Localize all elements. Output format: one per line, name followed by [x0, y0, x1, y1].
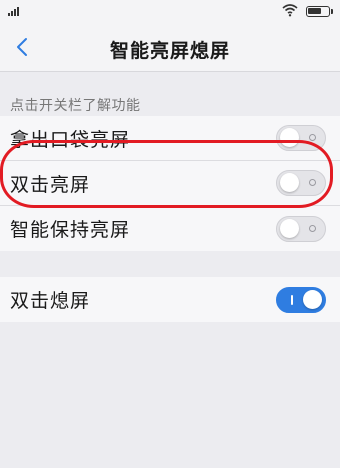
row-smart-stay-awake[interactable]: 智能保持亮屏: [0, 206, 340, 251]
nav-bar: 智能亮屏熄屏: [0, 22, 340, 72]
empty-area: [0, 328, 340, 468]
settings-group-1: 拿出口袋亮屏 双击亮屏 智能保持亮屏: [0, 116, 340, 251]
row-label: 拿出口袋亮屏: [10, 128, 131, 151]
row-label: 双击亮屏: [10, 173, 91, 196]
row-double-tap-sleep[interactable]: 双击熄屏: [0, 277, 340, 322]
page-title: 智能亮屏熄屏: [109, 40, 230, 62]
pocket-wake-toggle[interactable]: [276, 125, 326, 151]
row-double-tap-wake[interactable]: 双击亮屏: [0, 161, 340, 206]
status-bar: [0, 0, 340, 22]
double-tap-wake-toggle[interactable]: [276, 170, 326, 196]
battery-icon: [306, 6, 333, 17]
settings-group-2: 双击熄屏: [0, 277, 340, 322]
double-tap-sleep-toggle[interactable]: [276, 286, 326, 313]
smart-stay-awake-toggle[interactable]: [276, 215, 326, 242]
settings-screen: 智能亮屏熄屏 点击开关栏了解功能 拿出口袋亮屏 双击亮屏 智能保持亮屏 双击熄屏: [0, 0, 340, 468]
row-label: 双击熄屏: [10, 290, 91, 312]
row-label: 智能保持亮屏: [10, 219, 131, 241]
section-header: 点击开关栏了解功能: [10, 98, 141, 114]
row-pocket-wake[interactable]: 拿出口袋亮屏: [0, 116, 340, 161]
wifi-icon: [282, 4, 298, 17]
battery-level: [308, 8, 321, 14]
signal-icon: [8, 7, 19, 16]
